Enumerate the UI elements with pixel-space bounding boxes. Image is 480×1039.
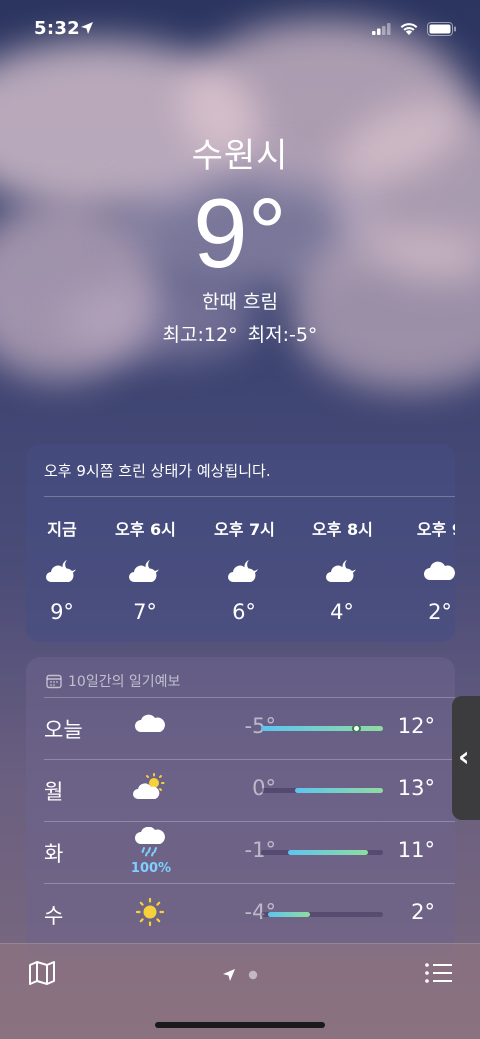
map-icon[interactable] bbox=[28, 960, 56, 986]
day-row[interactable]: 월 0° 13° bbox=[26, 759, 455, 821]
hour-temp: 9° bbox=[50, 600, 74, 624]
hour-item: 오후 9 2° bbox=[410, 516, 455, 624]
daily-header-label: 10일간의 일기예보 bbox=[68, 674, 181, 690]
current-condition: 한때 흐림 bbox=[202, 291, 278, 313]
side-panel-handle[interactable]: ‹ bbox=[452, 696, 480, 820]
status-bar: 5:32 bbox=[0, 18, 480, 44]
hour-temp: 6° bbox=[232, 600, 256, 624]
cloud-icon bbox=[130, 711, 170, 739]
divider bbox=[44, 496, 455, 497]
temp-range-bar bbox=[261, 850, 383, 855]
hour-temp: 2° bbox=[428, 600, 452, 624]
hour-item: 오후 7시 6° bbox=[214, 516, 275, 624]
temp-range-bar bbox=[261, 912, 383, 917]
high-low-temperature: 최고:12° 최저:-5° bbox=[162, 324, 318, 346]
page-indicator[interactable] bbox=[222, 964, 261, 983]
status-time: 5:32 bbox=[34, 18, 80, 39]
home-indicator[interactable] bbox=[155, 1022, 325, 1028]
sun-icon bbox=[130, 897, 170, 931]
high-temp: 2° bbox=[411, 900, 435, 924]
hour-label: 오후 7시 bbox=[214, 520, 275, 539]
cellular-signal-icon bbox=[372, 23, 391, 35]
hour-label: 지금 bbox=[47, 520, 77, 539]
rain-cloud-icon bbox=[130, 826, 170, 861]
current-temp-marker bbox=[351, 724, 361, 733]
hour-item: 지금 9° bbox=[32, 516, 92, 624]
temp-range-bar bbox=[261, 724, 383, 733]
hour-label: 오후 6시 bbox=[115, 520, 176, 539]
temp-range-fill bbox=[287, 850, 369, 855]
hour-temp: 7° bbox=[133, 600, 157, 624]
day-row[interactable]: 수 -4° 2° bbox=[26, 883, 455, 945]
daily-header: 10일간의 일기예보 bbox=[46, 671, 180, 691]
day-name: 오늘 bbox=[44, 718, 83, 742]
page-dot-icon bbox=[248, 970, 258, 979]
partly-cloudy-night-icon bbox=[214, 558, 274, 586]
hour-item: 오후 6시 7° bbox=[115, 516, 176, 624]
temp-range-bar bbox=[261, 788, 383, 793]
high-temp: 12° bbox=[397, 714, 435, 738]
ten-day-forecast-card[interactable]: 10일간의 일기예보 오늘 -5° 12° 월 0° 13° 화 100% -1… bbox=[26, 657, 455, 957]
hourly-summary: 오후 9시쯤 흐린 상태가 예상됩니다. bbox=[44, 462, 271, 480]
divider bbox=[44, 821, 455, 822]
hour-label: 오후 8시 bbox=[312, 520, 373, 539]
partly-cloudy-night-icon bbox=[32, 558, 92, 586]
battery-icon bbox=[427, 22, 456, 36]
day-name: 월 bbox=[44, 780, 64, 804]
day-row[interactable]: 오늘 -5° 12° bbox=[26, 697, 455, 759]
cloud-icon bbox=[410, 558, 455, 586]
hourly-forecast-card[interactable]: 오후 9시쯤 흐린 상태가 예상됩니다. 지금 9° 오후 6시 7° 오후 7… bbox=[26, 444, 455, 642]
calendar-icon bbox=[46, 674, 62, 689]
partly-sunny-icon bbox=[130, 773, 170, 805]
partly-cloudy-night-icon bbox=[312, 558, 372, 586]
precipitation-chance: 100% bbox=[130, 861, 172, 876]
partly-cloudy-night-icon bbox=[115, 558, 175, 586]
high-temp: 11° bbox=[397, 838, 435, 862]
day-row[interactable]: 화 100% -1° 11° bbox=[26, 821, 455, 883]
divider bbox=[44, 883, 455, 884]
location-arrow-icon bbox=[81, 22, 93, 34]
day-name: 화 bbox=[44, 842, 64, 866]
hour-temp: 4° bbox=[330, 600, 354, 624]
current-weather: 수원시 9° 한때 흐림 최고:12° 최저:-5° bbox=[0, 128, 480, 347]
divider bbox=[44, 697, 455, 698]
location-page-icon bbox=[223, 968, 235, 981]
list-icon[interactable] bbox=[424, 962, 454, 984]
temp-range-fill bbox=[261, 726, 383, 731]
hour-label: 오후 9 bbox=[416, 520, 455, 539]
day-name: 수 bbox=[44, 904, 64, 928]
wifi-icon bbox=[400, 23, 418, 35]
temp-range-fill bbox=[268, 912, 310, 917]
current-temperature: 9° bbox=[193, 178, 287, 288]
high-temp: 13° bbox=[397, 776, 435, 800]
temp-range-fill bbox=[295, 788, 383, 793]
hour-item: 오후 8시 4° bbox=[312, 516, 373, 624]
divider bbox=[44, 759, 455, 760]
city-name: 수원시 bbox=[191, 136, 289, 176]
chevron-left-icon: ‹ bbox=[458, 740, 470, 773]
